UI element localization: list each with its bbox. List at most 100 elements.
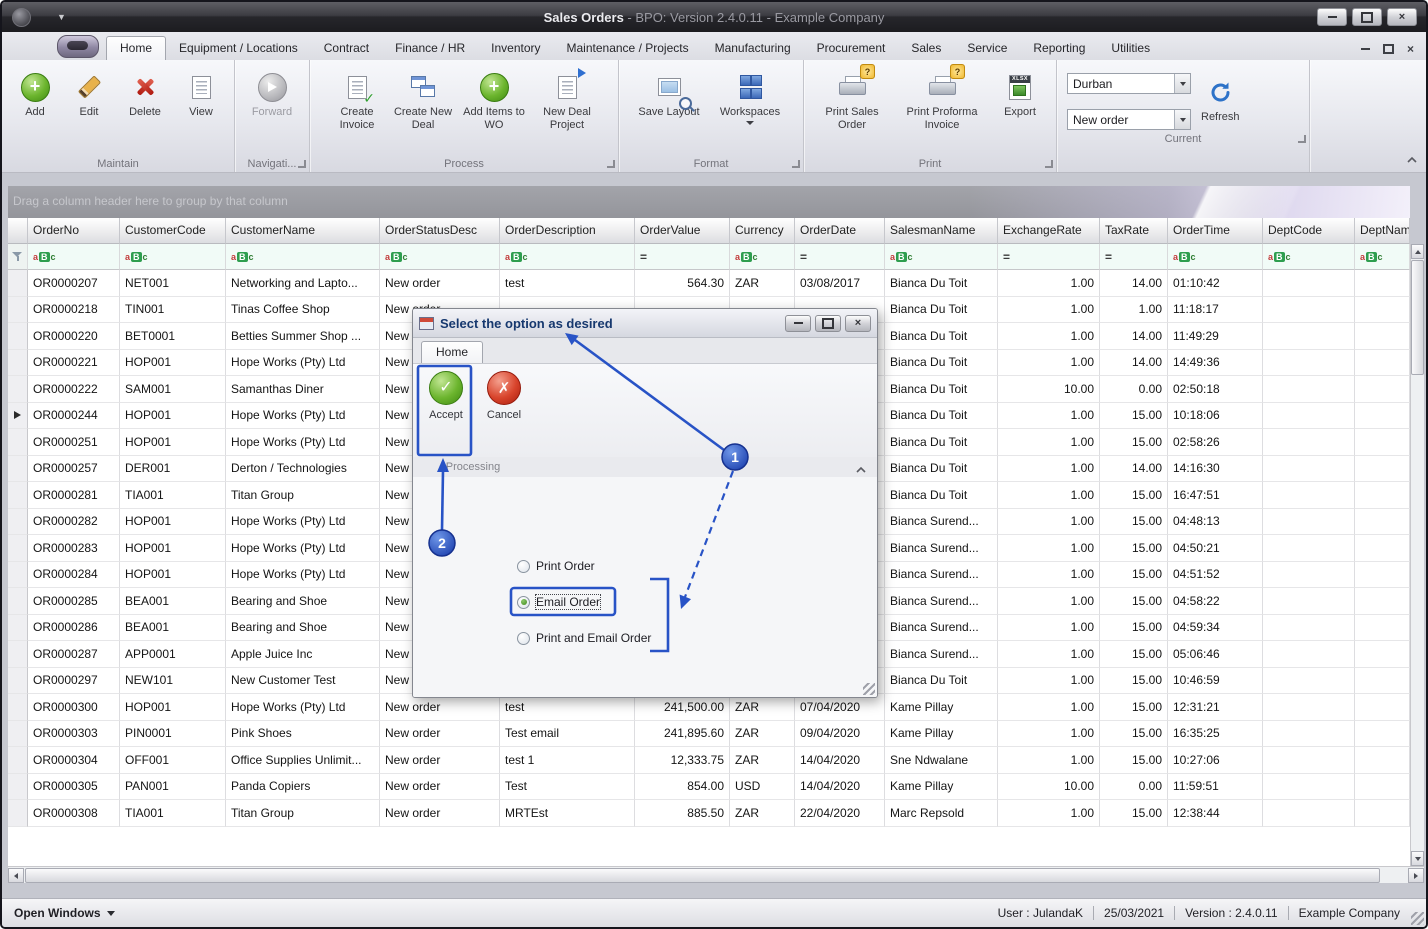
edit-button[interactable]: Edit: [62, 64, 116, 154]
tab-home[interactable]: Home: [106, 36, 166, 60]
filter-cell-orderstatusdesc[interactable]: aBc: [380, 244, 500, 270]
cell-currency[interactable]: USD: [730, 774, 795, 801]
cell-ordervalue[interactable]: 241,895.60: [635, 721, 730, 748]
cell-taxrate[interactable]: 15.00: [1100, 482, 1168, 509]
column-header-ordertime[interactable]: OrderTime: [1168, 218, 1263, 244]
cell-currency[interactable]: ZAR: [730, 270, 795, 297]
cell-ordertime[interactable]: 02:50:18: [1168, 376, 1263, 403]
filter-cell-customername[interactable]: aBc: [226, 244, 380, 270]
cell-orderno[interactable]: OR0000297: [28, 668, 120, 695]
cell-salesmanname[interactable]: Kame Pillay: [885, 774, 998, 801]
cell-orderno[interactable]: OR0000281: [28, 482, 120, 509]
group-by-band[interactable]: Drag a column header here to group by th…: [8, 186, 1410, 218]
cell-orderno[interactable]: OR0000286: [28, 615, 120, 642]
cell-deptcode[interactable]: [1263, 668, 1355, 695]
tab-inventory[interactable]: Inventory: [478, 37, 553, 60]
cell-customername[interactable]: New Customer Test: [226, 668, 380, 695]
refresh-button[interactable]: Refresh: [1201, 73, 1240, 130]
cell-exchangerate[interactable]: 1.00: [998, 641, 1100, 668]
cell-ordertime[interactable]: 12:31:21: [1168, 694, 1263, 721]
cell-deptname[interactable]: [1355, 456, 1410, 483]
cell-currency[interactable]: ZAR: [730, 721, 795, 748]
cell-deptcode[interactable]: [1263, 615, 1355, 642]
cell-deptcode[interactable]: [1263, 800, 1355, 827]
dialog-resize-grip[interactable]: [863, 683, 875, 695]
cell-deptcode[interactable]: [1263, 588, 1355, 615]
cell-deptcode[interactable]: [1263, 350, 1355, 377]
cell-orderstatusdesc[interactable]: New order: [380, 774, 500, 801]
cell-taxrate[interactable]: 15.00: [1100, 615, 1168, 642]
cell-currency[interactable]: ZAR: [730, 747, 795, 774]
dialog-titlebar[interactable]: Select the option as desired ×: [413, 309, 877, 338]
cell-orderno[interactable]: OR0000305: [28, 774, 120, 801]
filter-cell-taxrate[interactable]: =: [1100, 244, 1168, 270]
scroll-right-button[interactable]: [1408, 868, 1424, 883]
horizontal-scrollbar[interactable]: [8, 866, 1424, 883]
cell-customername[interactable]: Bearing and Shoe: [226, 615, 380, 642]
column-header-deptname[interactable]: DeptName: [1355, 218, 1410, 244]
cell-salesmanname[interactable]: Bianca Surend...: [885, 588, 998, 615]
cell-orderdescription[interactable]: MRTEst: [500, 800, 635, 827]
create-invoice-button[interactable]: ✓ Create Invoice: [325, 64, 389, 154]
cell-exchangerate[interactable]: 10.00: [998, 376, 1100, 403]
collapse-ribbon-icon[interactable]: [1406, 151, 1418, 169]
cell-taxrate[interactable]: 14.00: [1100, 350, 1168, 377]
view-button[interactable]: View: [174, 64, 228, 154]
cell-deptcode[interactable]: [1263, 535, 1355, 562]
forward-button[interactable]: Forward: [240, 64, 304, 154]
cell-salesmanname[interactable]: Bianca Du Toit: [885, 350, 998, 377]
cell-orderdate[interactable]: 14/04/2020: [795, 774, 885, 801]
cell-ordertime[interactable]: 16:35:25: [1168, 721, 1263, 748]
cell-taxrate[interactable]: 15.00: [1100, 694, 1168, 721]
dialog-tab-home[interactable]: Home: [421, 341, 483, 363]
print-proforma-invoice-button[interactable]: Print Proforma Invoice: [893, 64, 991, 154]
cell-deptname[interactable]: [1355, 297, 1410, 324]
cell-salesmanname[interactable]: Bianca Surend...: [885, 641, 998, 668]
cell-salesmanname[interactable]: Bianca Surend...: [885, 509, 998, 536]
cell-orderno[interactable]: OR0000222: [28, 376, 120, 403]
cell-ordertime[interactable]: 10:46:59: [1168, 668, 1263, 695]
cell-orderdescription[interactable]: Test email: [500, 721, 635, 748]
cell-customercode[interactable]: TIA001: [120, 482, 226, 509]
dialog-launcher-icon[interactable]: [1298, 135, 1306, 143]
scroll-up-button[interactable]: [1411, 244, 1424, 259]
tab-sales[interactable]: Sales: [898, 37, 954, 60]
cell-orderno[interactable]: OR0000220: [28, 323, 120, 350]
cell-customercode[interactable]: DER001: [120, 456, 226, 483]
cell-taxrate[interactable]: 0.00: [1100, 774, 1168, 801]
cell-deptname[interactable]: [1355, 721, 1410, 748]
column-header-deptcode[interactable]: DeptCode: [1263, 218, 1355, 244]
cell-exchangerate[interactable]: 1.00: [998, 562, 1100, 589]
cell-ordertime[interactable]: 04:58:22: [1168, 588, 1263, 615]
dialog-close-button[interactable]: ×: [845, 315, 871, 332]
grid-row[interactable]: OR0000305PAN001Panda CopiersNew orderTes…: [8, 774, 1410, 801]
cell-salesmanname[interactable]: Bianca Du Toit: [885, 456, 998, 483]
cell-customercode[interactable]: HOP001: [120, 350, 226, 377]
cell-deptname[interactable]: [1355, 615, 1410, 642]
cell-deptcode[interactable]: [1263, 270, 1355, 297]
cell-salesmanname[interactable]: Bianca Du Toit: [885, 403, 998, 430]
cell-taxrate[interactable]: 15.00: [1100, 668, 1168, 695]
dialog-launcher-icon[interactable]: [607, 160, 615, 168]
tab-finance-hr[interactable]: Finance / HR: [382, 37, 478, 60]
column-header-orderstatusdesc[interactable]: OrderStatusDesc: [380, 218, 500, 244]
cell-customername[interactable]: Panda Copiers: [226, 774, 380, 801]
column-header-orderno[interactable]: OrderNo: [28, 218, 120, 244]
cell-customername[interactable]: Hope Works (Pty) Ltd: [226, 562, 380, 589]
cell-deptname[interactable]: [1355, 323, 1410, 350]
cell-exchangerate[interactable]: 1.00: [998, 482, 1100, 509]
grid-row[interactable]: OR0000308TIA001Titan GroupNew orderMRTEs…: [8, 800, 1410, 827]
filter-cell-orderdescription[interactable]: aBc: [500, 244, 635, 270]
cell-deptname[interactable]: [1355, 403, 1410, 430]
cell-orderdate[interactable]: 14/04/2020: [795, 747, 885, 774]
cell-customercode[interactable]: NET001: [120, 270, 226, 297]
cell-orderno[interactable]: OR0000282: [28, 509, 120, 536]
ribbon-close-button[interactable]: ×: [1407, 43, 1414, 55]
cell-customercode[interactable]: BEA001: [120, 588, 226, 615]
cell-orderno[interactable]: OR0000221: [28, 350, 120, 377]
tab-reporting[interactable]: Reporting: [1020, 37, 1098, 60]
cell-ordervalue[interactable]: 12,333.75: [635, 747, 730, 774]
cell-customername[interactable]: Samanthas Diner: [226, 376, 380, 403]
delete-button[interactable]: Delete: [116, 64, 174, 154]
filter-cell-ordervalue[interactable]: =: [635, 244, 730, 270]
